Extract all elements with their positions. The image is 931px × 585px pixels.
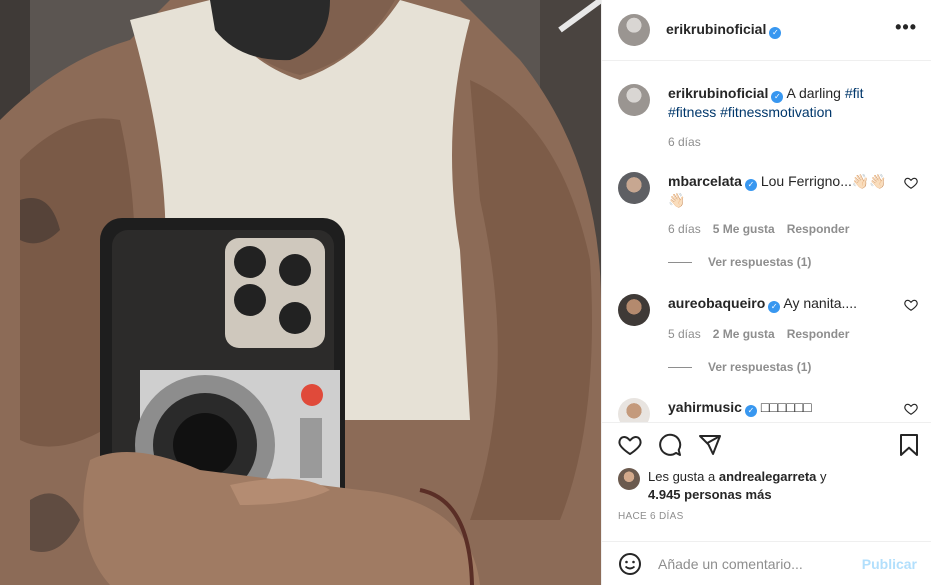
liker-avatar[interactable] bbox=[618, 468, 640, 490]
post-viewer: erikrubinoficial ✓ ••• erikrubinoficial ✓ … bbox=[0, 0, 931, 585]
comment-likes[interactable]: 2 Me gusta bbox=[713, 327, 775, 341]
post-actions: Les gusta a andrealegarreta y 4.945 pers… bbox=[602, 422, 931, 585]
reply-button[interactable]: Responder bbox=[787, 327, 850, 341]
comment-username[interactable]: mbarcelata bbox=[668, 173, 742, 189]
reply-button[interactable]: Responder bbox=[787, 222, 850, 236]
comment-text: aureobaqueiro ✓ Ay nanita.... bbox=[668, 295, 858, 313]
bookmark-icon[interactable] bbox=[897, 433, 921, 457]
heart-icon[interactable] bbox=[618, 433, 642, 457]
comment-like-icon[interactable] bbox=[904, 402, 918, 416]
photo-illustration bbox=[0, 0, 601, 585]
likes-summary: Les gusta a andrealegarreta y 4.945 pers… bbox=[618, 468, 827, 504]
verified-badge-icon: ✓ bbox=[744, 405, 757, 417]
bookmark-button[interactable] bbox=[897, 433, 921, 457]
caption-username[interactable]: erikrubinoficial bbox=[668, 85, 768, 101]
hashtag-link[interactable]: #fitness bbox=[668, 104, 716, 120]
author-avatar[interactable] bbox=[618, 84, 650, 116]
comment-like-icon[interactable] bbox=[904, 298, 918, 312]
author-username[interactable]: erikrubinoficial ✓ bbox=[666, 21, 782, 39]
caption-text: erikrubinoficial ✓ A darling #fit #fitnes… bbox=[668, 85, 864, 120]
comment-likes[interactable]: 5 Me gusta bbox=[713, 222, 775, 236]
verified-badge-icon: ✓ bbox=[769, 27, 782, 39]
commenter-avatar[interactable] bbox=[618, 398, 650, 422]
comment-username[interactable]: aureobaqueiro bbox=[668, 295, 765, 311]
likes-count[interactable]: 4.945 personas más bbox=[648, 487, 772, 502]
post-side-panel: erikrubinoficial ✓ ••• erikrubinoficial ✓ … bbox=[601, 0, 931, 585]
verified-badge-icon: ✓ bbox=[744, 179, 757, 191]
verified-badge-icon: ✓ bbox=[771, 91, 784, 103]
caption-time[interactable]: 6 días bbox=[668, 135, 701, 149]
view-replies-button[interactable]: Ver respuestas (1) bbox=[668, 360, 811, 374]
hashtag-link[interactable]: #fit bbox=[845, 85, 864, 101]
comment-username[interactable]: yahirmusic bbox=[668, 399, 742, 415]
replies-divider bbox=[668, 366, 692, 368]
verified-badge-icon: ✓ bbox=[768, 301, 781, 313]
liker-username[interactable]: andrealegarreta bbox=[719, 469, 817, 484]
emoji-icon[interactable] bbox=[618, 552, 642, 576]
post-timestamp[interactable]: HACE 6 DÍAS bbox=[618, 511, 684, 522]
view-replies-button[interactable]: Ver respuestas (1) bbox=[668, 255, 811, 269]
commenter-avatar[interactable] bbox=[618, 172, 650, 204]
comment-composer: Añade un comentario... Publicar bbox=[602, 541, 931, 585]
action-icons bbox=[618, 433, 722, 457]
hashtag-link[interactable]: #fitnessmotivation bbox=[720, 104, 832, 120]
caption-meta: 6 días bbox=[668, 135, 701, 149]
comment-meta: 5 días 2 Me gusta Responder bbox=[668, 327, 850, 341]
author-avatar[interactable] bbox=[618, 14, 650, 46]
post-photo[interactable] bbox=[0, 0, 601, 585]
comment-input[interactable]: Añade un comentario... bbox=[658, 556, 862, 572]
comment-text: yahirmusic ✓ □□□□□□ bbox=[668, 399, 812, 417]
comment-meta: 6 días 5 Me gusta Responder bbox=[668, 222, 850, 236]
likes-text: Les gusta a andrealegarreta y 4.945 pers… bbox=[648, 469, 827, 502]
commenter-avatar[interactable] bbox=[618, 294, 650, 326]
comment-icon[interactable] bbox=[658, 433, 682, 457]
comment-text: mbarcelata ✓ Lou Ferrigno...👋🏻👋🏻👋🏻 bbox=[668, 173, 887, 208]
replies-divider bbox=[668, 261, 692, 263]
post-header: erikrubinoficial ✓ ••• bbox=[602, 0, 931, 61]
comment-like-icon[interactable] bbox=[904, 176, 918, 190]
comments-list[interactable]: erikrubinoficial ✓ A darling #fit #fitnes… bbox=[602, 62, 931, 422]
post-comment-button[interactable]: Publicar bbox=[862, 556, 917, 572]
more-options-icon[interactable]: ••• bbox=[895, 18, 917, 38]
share-icon[interactable] bbox=[698, 433, 722, 457]
